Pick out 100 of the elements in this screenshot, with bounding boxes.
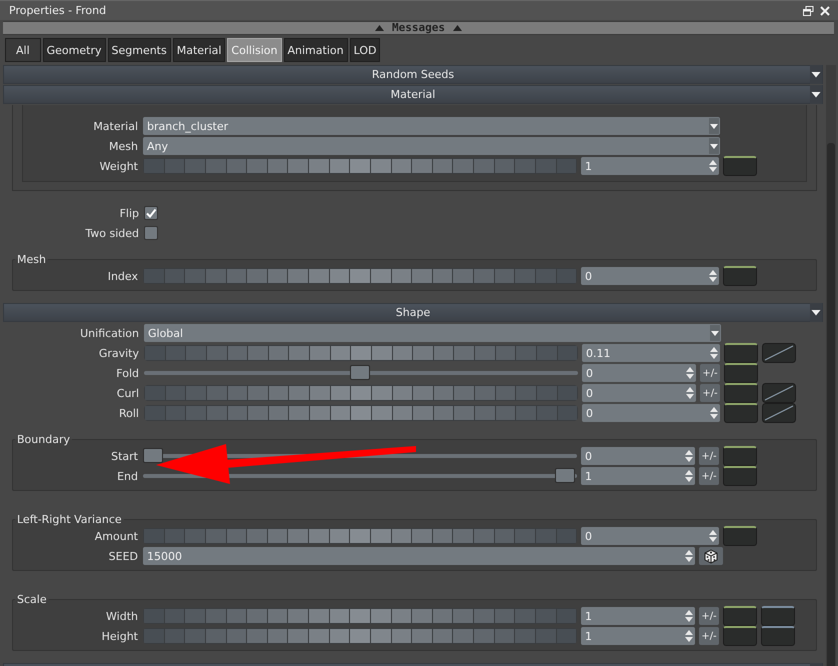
restore-icon[interactable] [803, 6, 814, 16]
number-field[interactable]: 15000 [143, 547, 695, 565]
field-label: Roll [118, 406, 139, 420]
field-label: SEED [108, 550, 138, 562]
field-label: Two sided [84, 226, 139, 240]
segmented-slider[interactable] [143, 608, 577, 624]
curve-swatch[interactable] [723, 466, 757, 486]
number-field[interactable]: 1 [581, 607, 695, 625]
messages-bar[interactable]: Messages [3, 21, 834, 35]
group-title: Boundary [16, 433, 71, 446]
dropdown[interactable]: branch_cluster [143, 117, 720, 135]
field-label: Height [100, 630, 138, 642]
plus-minus-button[interactable]: +/- [699, 607, 719, 625]
section-title: Material [390, 88, 436, 101]
plus-minus-button[interactable]: +/- [700, 364, 720, 382]
group-title: Scale [16, 593, 48, 606]
section-title: Random Seeds [372, 68, 454, 81]
field-label: Curl [116, 386, 139, 400]
plus-minus-button[interactable]: +/- [700, 384, 720, 402]
plus-minus-button[interactable]: +/- [699, 627, 719, 645]
segmented-slider[interactable] [143, 158, 577, 174]
dropdown[interactable]: Global [144, 324, 721, 342]
spinner-arrows-icon[interactable] [709, 529, 717, 543]
number-field[interactable]: 0 [582, 364, 696, 382]
field-label: Fold [115, 366, 139, 380]
scrollbar[interactable] [826, 65, 836, 666]
curve-swatch[interactable] [723, 446, 757, 466]
tab[interactable]: All [5, 38, 41, 62]
spinner-arrows-icon[interactable] [685, 449, 693, 463]
tab[interactable]: Segments [108, 38, 171, 62]
spinner-arrows-icon[interactable] [686, 366, 694, 380]
spinner-arrows-icon[interactable] [685, 549, 693, 563]
slider-thumb[interactable] [143, 448, 163, 463]
curve-swatch[interactable] [723, 156, 757, 176]
spinner-arrows-icon[interactable] [685, 469, 693, 483]
curve-swatch[interactable] [724, 363, 758, 383]
section-header[interactable]: Material [3, 85, 823, 104]
group-title: Mesh [16, 253, 47, 266]
field-label: End [116, 470, 138, 482]
tab[interactable]: Collision [227, 38, 282, 62]
field-label: Width [105, 610, 138, 622]
segmented-slider[interactable] [143, 628, 577, 644]
curve-swatch[interactable] [724, 343, 758, 363]
curve-graph-icon[interactable] [762, 343, 796, 363]
triangle-up-icon [375, 25, 384, 31]
spinner-arrows-icon[interactable] [685, 609, 693, 623]
tab[interactable]: Material [172, 38, 226, 62]
triangle-up-icon [452, 25, 462, 31]
field-label: Index [106, 270, 138, 282]
number-field[interactable]: 0 [581, 447, 695, 465]
spinner-arrows-icon[interactable] [685, 629, 693, 643]
curve-graph-icon[interactable] [762, 383, 796, 403]
segmented-slider[interactable] [143, 528, 577, 544]
segmented-slider[interactable] [143, 268, 577, 284]
curve-swatch[interactable] [761, 626, 795, 646]
spinner-arrows-icon[interactable] [710, 406, 718, 420]
spinner-arrows-icon[interactable] [686, 386, 694, 400]
number-field[interactable]: 0.11 [582, 344, 720, 362]
curve-swatch[interactable] [723, 266, 757, 286]
field-label: Material [92, 120, 138, 132]
spinner-arrows-icon[interactable] [710, 346, 718, 360]
spinner-arrows-icon[interactable] [709, 269, 717, 283]
checkbox[interactable] [144, 206, 158, 220]
curve-graph-icon[interactable] [762, 403, 796, 423]
tab[interactable]: LOD [350, 38, 380, 62]
tab[interactable]: Animation [284, 38, 348, 62]
section-header[interactable]: Random Seeds [3, 65, 823, 84]
number-field[interactable]: 1 [581, 467, 695, 485]
plus-minus-button[interactable]: +/- [699, 467, 719, 485]
segmented-slider[interactable] [144, 345, 578, 361]
slider-thumb[interactable] [350, 365, 370, 380]
curve-swatch[interactable] [761, 606, 795, 626]
field-label: Weight [98, 160, 138, 172]
number-field[interactable]: 0 [581, 527, 719, 545]
dropdown[interactable]: Any [143, 137, 720, 155]
messages-label: Messages [392, 22, 445, 34]
slider-thumb[interactable] [555, 468, 575, 483]
curve-swatch[interactable] [724, 383, 758, 403]
curve-swatch[interactable] [723, 526, 757, 546]
number-field[interactable]: 0 [582, 404, 720, 422]
field-label: Mesh [108, 140, 138, 152]
dice-icon[interactable] [699, 547, 723, 565]
segmented-slider[interactable] [144, 405, 578, 421]
checkbox[interactable] [144, 226, 158, 240]
spinner-arrows-icon[interactable] [709, 159, 717, 173]
segmented-slider[interactable] [144, 385, 578, 401]
curve-swatch[interactable] [724, 403, 758, 423]
tab[interactable]: Geometry [42, 38, 106, 62]
section-header[interactable]: Shape [3, 303, 823, 322]
close-icon[interactable] [820, 6, 830, 16]
number-field[interactable]: 0 [582, 384, 696, 402]
number-field[interactable]: 1 [581, 157, 719, 175]
plus-minus-button[interactable]: +/- [699, 447, 719, 465]
field-label: Gravity [98, 346, 139, 360]
curve-swatch[interactable] [723, 606, 757, 626]
field-label: Start [110, 450, 138, 462]
number-field[interactable]: 0 [581, 267, 719, 285]
curve-swatch[interactable] [723, 626, 757, 646]
section-title: Shape [396, 306, 430, 319]
number-field[interactable]: 1 [581, 627, 695, 645]
